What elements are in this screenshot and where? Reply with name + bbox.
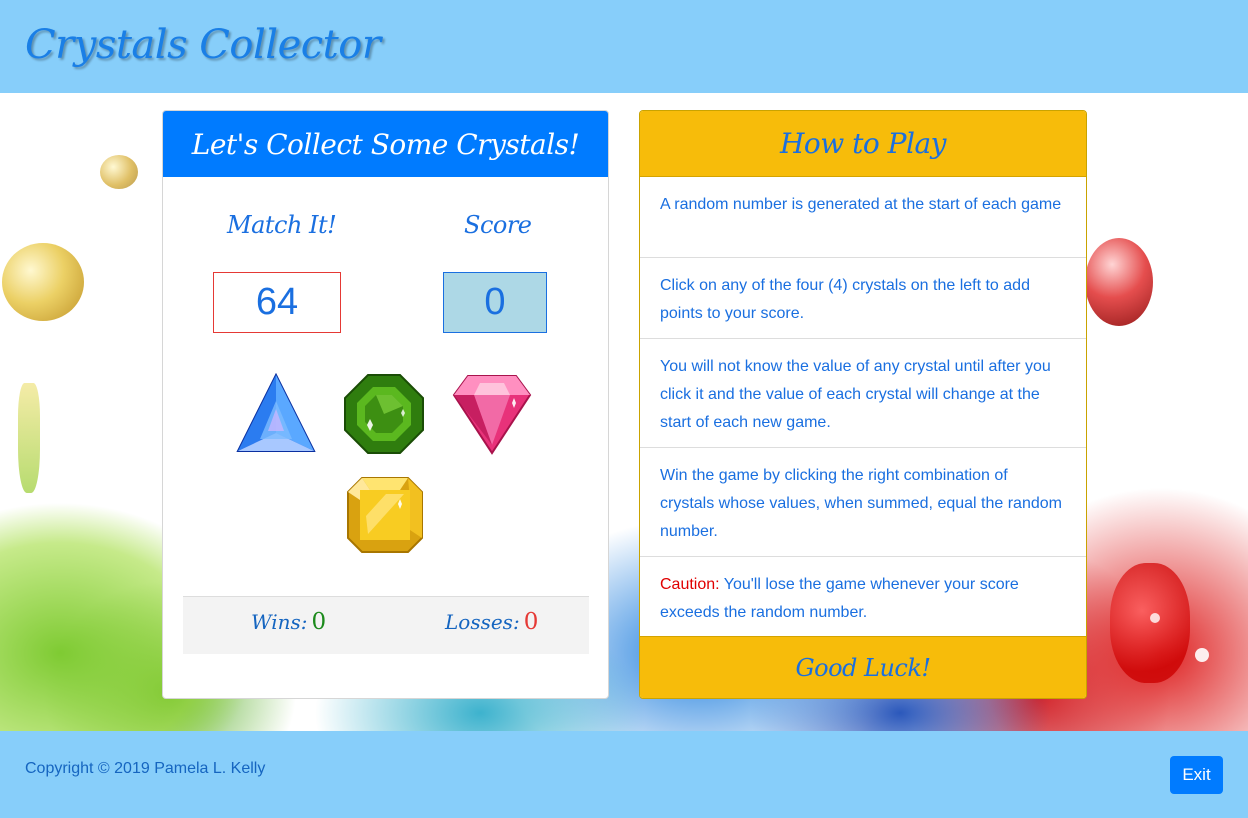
wins-stat: Wins: 0 (251, 609, 326, 635)
stats-panel: Wins: 0 Losses: 0 (183, 596, 589, 654)
pink-crystal-icon (452, 375, 532, 455)
wins-count: 0 (311, 609, 327, 635)
wins-label: Wins: (251, 610, 308, 634)
caution-step: Caution: You'll lose the game whenever y… (640, 557, 1086, 638)
red-bubble (1085, 238, 1153, 326)
blue-crystal-icon (236, 372, 316, 452)
copyright-text: Copyright © 2019 Pamela L. Kelly (25, 760, 266, 777)
good-luck-footer: Good Luck! (640, 636, 1086, 698)
caution-label: Caution: (660, 576, 720, 593)
instruction-step: Click on any of the four (4) crystals on… (640, 258, 1086, 339)
score-label: Score (464, 211, 532, 239)
green-crystal-icon (344, 374, 424, 454)
blue-crystal-button[interactable] (236, 372, 316, 453)
pink-crystal-button[interactable] (452, 373, 532, 455)
red-splash (1110, 563, 1190, 683)
score-value: 0 (443, 272, 547, 333)
site-title: Crystals Collector (25, 22, 381, 68)
game-card: Let's Collect Some Crystals! Match It! S… (162, 110, 609, 699)
site-footer: Copyright © 2019 Pamela L. Kelly Exit (0, 731, 1248, 818)
losses-label: Losses: (445, 610, 520, 634)
yellow-crystal-icon (347, 477, 423, 553)
yellow-crystal-button[interactable] (346, 476, 424, 554)
how-to-play-card: How to Play A random number is generated… (639, 110, 1087, 699)
instruction-step: You will not know the value of any cryst… (640, 339, 1086, 448)
losses-stat: Losses: 0 (445, 609, 538, 635)
instruction-step: A random number is generated at the star… (640, 177, 1086, 258)
instruction-step: Win the game by clicking the right combi… (640, 448, 1086, 557)
gold-bubble (2, 243, 84, 321)
gold-bubble-small (100, 155, 138, 189)
site-header: Crystals Collector (0, 0, 1248, 93)
highlight-dot (1195, 648, 1209, 662)
exit-button[interactable]: Exit (1170, 756, 1223, 794)
splash-drip (18, 383, 40, 493)
match-label: Match It! (227, 211, 337, 239)
green-crystal-button[interactable] (343, 373, 425, 455)
target-number: 64 (213, 272, 341, 333)
game-card-title: Let's Collect Some Crystals! (163, 111, 608, 177)
losses-count: 0 (523, 609, 539, 635)
how-to-play-title: How to Play (640, 111, 1086, 177)
highlight-dot (1150, 613, 1160, 623)
